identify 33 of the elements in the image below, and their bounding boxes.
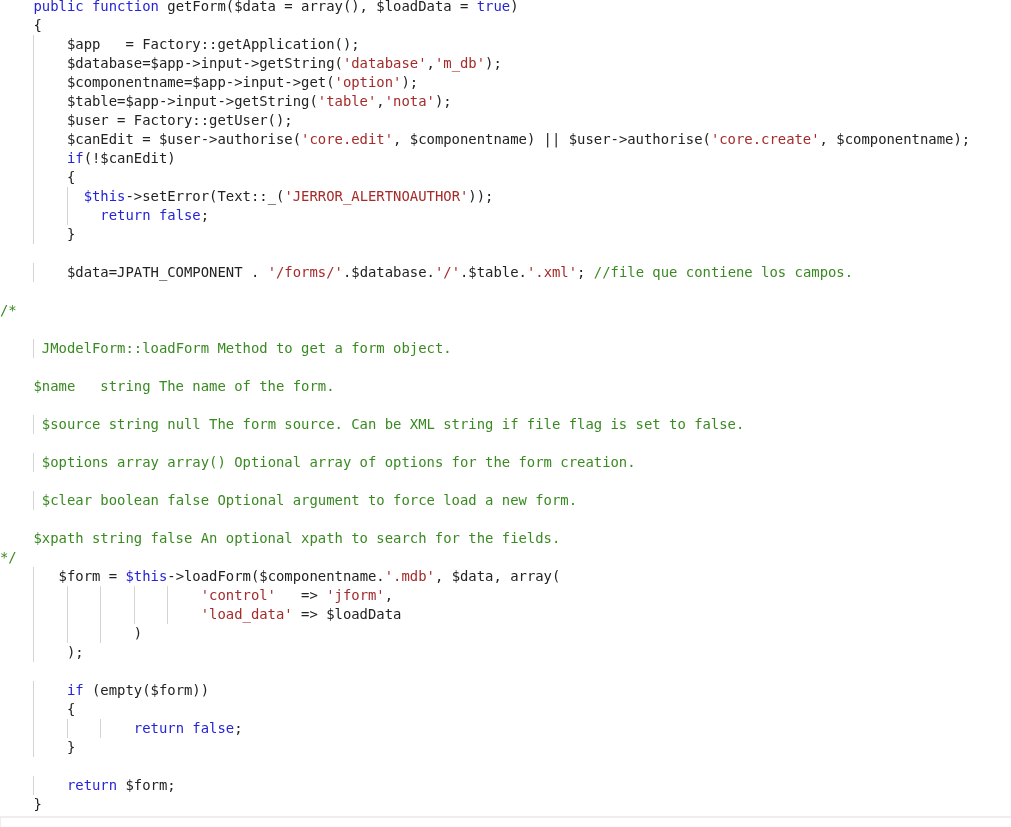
code-line: */ [0,548,17,567]
code-line: return false; [100,206,210,225]
code-line: if (empty($form)) [66,681,210,700]
code-line: 'load_data' => $loadData [200,605,402,624]
code-line: $canEdit = $user->authorise('core.edit', $componentname) || $user->authorise('core.create', $componentname); [66,130,971,149]
code-line: /* [0,301,17,320]
code-line: $database=$app->input->getString('database','m_db'); [66,54,502,73]
code-line: $data=JPATH_COMPONENT . '/forms/'.$database.'/'.$table.'.xml'; //file que contiene los campos. [66,263,854,282]
code-line: $xpath string false An optional xpath to search for the fields. [33,529,561,548]
code-line: } [66,738,76,757]
code-line: return false; [133,719,243,738]
code-line: ) [133,624,143,643]
code-line: public function getForm($data = array(), $loadData = true) [33,0,519,16]
code-line: { [33,16,42,35]
code-line: if(!$canEdit) [66,149,176,168]
code-line: $user = Factory::getUser(); [66,111,293,130]
code-line: $clear boolean false Optional argument to force load a new form. [41,491,578,510]
code-line: ); [66,643,84,662]
code-line: $options array array() Optional array of options for the form creation. [41,453,636,472]
code-line: { [66,168,76,187]
code-line: JModelForm::loadForm Method to get a form object. [41,339,452,358]
code-line: $name string The name of the form. [33,377,335,396]
code-line: $componentname=$app->input->get('option'); [66,73,419,92]
code-line: $table=$app->input->getString('table','nota'); [66,92,452,111]
code-line: $this->setError(Text::_('JERROR_ALERTNOAUTHOR')); [83,187,494,206]
code-line: } [33,795,42,814]
code-line: $source string null The form source. Can be XML string if file flag is set to false. [41,415,745,434]
code-line: $app = Factory::getApplication(); [66,35,360,54]
code-line: { [66,700,76,719]
code-line: 'control' => 'jform', [200,586,394,605]
code-line: $form = $this->loadForm($componentname.'.mdb', $data, array( [58,567,561,586]
code-line: return $form; [66,776,176,795]
code-line: } [66,225,76,244]
